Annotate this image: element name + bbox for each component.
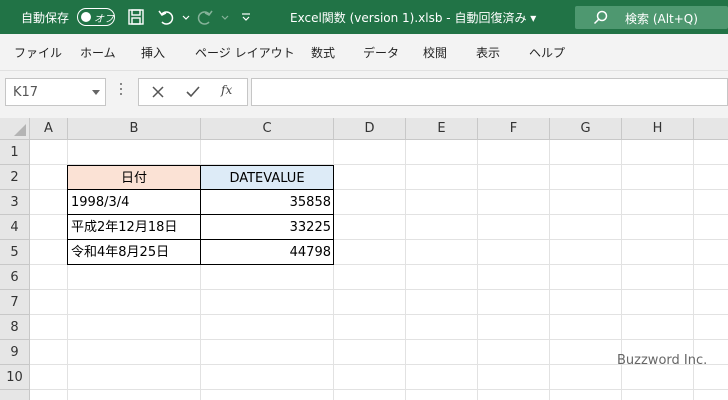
autosave-toggle[interactable]: オフ bbox=[77, 8, 115, 26]
enter-check-icon[interactable] bbox=[185, 84, 201, 100]
redo-icon[interactable] bbox=[195, 7, 215, 27]
insert-function-icon[interactable]: fx bbox=[221, 83, 237, 99]
toggle-knob bbox=[81, 12, 91, 22]
undo-dropdown-icon[interactable] bbox=[176, 7, 190, 27]
column-header-b[interactable]: B bbox=[68, 118, 201, 140]
cell-b3[interactable]: 1998/3/4 bbox=[68, 190, 200, 215]
row-header-9[interactable]: 9 bbox=[0, 340, 30, 365]
tab-view[interactable]: 表示 bbox=[476, 44, 500, 61]
row-header-10[interactable]: 10 bbox=[0, 365, 30, 390]
cell-b5[interactable]: 令和4年8月25日 bbox=[68, 240, 200, 265]
title-bar: 自動保存 オフ Excel関数 (version 1).xlsb - 自動回復済… bbox=[0, 0, 728, 34]
search-icon bbox=[593, 10, 608, 25]
save-icon[interactable] bbox=[126, 7, 146, 27]
row-header-5[interactable]: 5 bbox=[0, 240, 30, 265]
column-header-a[interactable]: A bbox=[30, 118, 68, 140]
gridline bbox=[30, 389, 728, 390]
watermark: Buzzword Inc. bbox=[617, 353, 708, 368]
tab-help[interactable]: ヘルプ bbox=[529, 44, 565, 61]
gridline bbox=[30, 314, 728, 315]
column-header-f[interactable]: F bbox=[478, 118, 550, 140]
formula-bar-resize-icon[interactable] bbox=[120, 83, 123, 99]
column-header-g[interactable]: G bbox=[550, 118, 622, 140]
gridline bbox=[477, 140, 478, 400]
gridline bbox=[30, 339, 728, 340]
redo-dropdown-icon[interactable] bbox=[215, 7, 229, 27]
column-header-i[interactable] bbox=[694, 118, 728, 140]
column-header-e[interactable]: E bbox=[406, 118, 478, 140]
gridline bbox=[30, 289, 728, 290]
column-header-c[interactable]: C bbox=[201, 118, 334, 140]
row-header-7[interactable]: 7 bbox=[0, 290, 30, 315]
tab-review[interactable]: 校閲 bbox=[423, 44, 447, 61]
row-header-2[interactable]: 2 bbox=[0, 165, 30, 190]
cell-b4[interactable]: 平成2年12月18日 bbox=[68, 215, 200, 240]
cell-c5[interactable]: 44798 bbox=[201, 240, 333, 265]
autosave-label: 自動保存 bbox=[21, 11, 70, 25]
row-header-1[interactable]: 1 bbox=[0, 140, 30, 165]
tab-data[interactable]: データ bbox=[363, 44, 399, 61]
row-header-11[interactable] bbox=[0, 390, 30, 400]
gridline bbox=[405, 140, 406, 400]
document-title[interactable]: Excel関数 (version 1).xlsb - 自動回復済み ▾ bbox=[290, 9, 536, 26]
ribbon-tabs: ファイル ホーム 挿入 ページ レイアウト 数式 データ 校閲 表示 ヘルプ bbox=[0, 34, 728, 70]
row-header-8[interactable]: 8 bbox=[0, 315, 30, 340]
column-header-h[interactable]: H bbox=[622, 118, 694, 140]
customize-quick-access-icon[interactable] bbox=[236, 7, 250, 27]
gridline bbox=[549, 140, 550, 400]
autosave-state: オフ bbox=[94, 14, 114, 25]
name-box-value: K17 bbox=[13, 85, 39, 100]
cell-c3[interactable]: 35858 bbox=[201, 190, 333, 215]
formula-input[interactable] bbox=[251, 78, 728, 106]
cell-c2-header-datevalue[interactable]: DATEVALUE bbox=[200, 165, 334, 190]
column-header-d[interactable]: D bbox=[334, 118, 406, 140]
cell-b2-header-date[interactable]: 日付 bbox=[67, 165, 201, 190]
formula-buttons: fx bbox=[138, 78, 248, 106]
tab-page-layout[interactable]: ページ レイアウト bbox=[195, 44, 295, 61]
undo-icon[interactable] bbox=[156, 7, 176, 27]
tab-file[interactable]: ファイル bbox=[14, 44, 62, 61]
cell-c4[interactable]: 33225 bbox=[201, 215, 333, 240]
name-box[interactable]: K17 bbox=[5, 78, 106, 106]
row-header-4[interactable]: 4 bbox=[0, 215, 30, 240]
search-label: 検索 (Alt+Q) bbox=[625, 12, 698, 26]
select-all-corner[interactable] bbox=[0, 118, 30, 140]
tab-home[interactable]: ホーム bbox=[80, 44, 116, 61]
select-all-icon bbox=[14, 124, 26, 136]
tab-insert[interactable]: 挿入 bbox=[141, 44, 165, 61]
cancel-icon[interactable] bbox=[150, 84, 166, 100]
chevron-down-icon[interactable] bbox=[92, 90, 100, 95]
formula-bar-area: K17 fx bbox=[0, 70, 728, 118]
tab-formulas[interactable]: 数式 bbox=[311, 44, 335, 61]
row-header-6[interactable]: 6 bbox=[0, 265, 30, 290]
row-header-3[interactable]: 3 bbox=[0, 190, 30, 215]
search-box[interactable]: 検索 (Alt+Q) bbox=[575, 6, 728, 29]
